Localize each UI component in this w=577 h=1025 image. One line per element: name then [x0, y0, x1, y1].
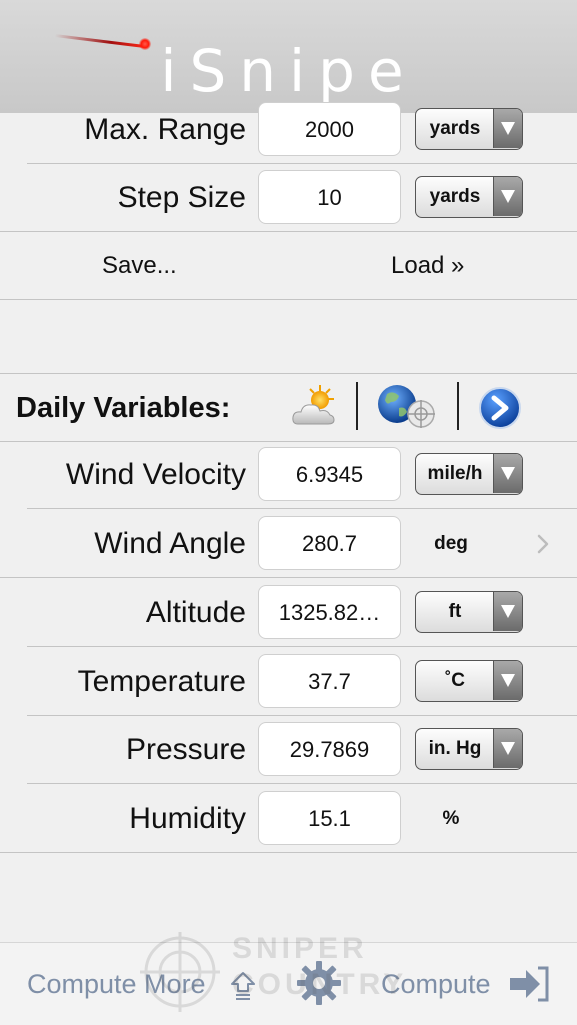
max-range-unit-select[interactable]: yards	[415, 108, 523, 150]
max-range-unit-value: yards	[429, 118, 481, 139]
step-size-unit-value: yards	[429, 186, 481, 207]
daily-variables-header: Daily Variables:	[0, 373, 577, 442]
wind-velocity-input[interactable]: 6.9345	[258, 447, 401, 501]
step-size-unit-select[interactable]: yards	[415, 176, 523, 218]
chevron-down-icon	[493, 177, 522, 216]
pressure-row: Pressure 29.7869 in. Hg	[0, 716, 577, 784]
wind-velocity-row: Wind Velocity 6.9345 mile/h	[0, 441, 577, 509]
altitude-input[interactable]: 1325.82…	[258, 585, 401, 639]
pressure-label: Pressure	[125, 733, 246, 766]
wind-velocity-unit-value: mile/h	[427, 463, 483, 484]
chevron-down-icon	[493, 661, 522, 700]
pressure-input[interactable]: 29.7869	[258, 722, 401, 776]
altitude-unit-value: ft	[448, 601, 462, 622]
altitude-label: Altitude	[145, 596, 246, 629]
humidity-row: Humidity 15.1 %	[0, 785, 577, 853]
compute-more-button[interactable]: Compute More	[27, 943, 206, 1025]
save-button[interactable]: Save...	[102, 232, 177, 300]
export-arrow-icon[interactable]	[508, 965, 550, 1003]
save-load-row: Save... Load »	[0, 232, 577, 300]
chevron-right-circle-icon[interactable]	[478, 386, 522, 430]
weather-icon[interactable]	[290, 382, 340, 432]
wind-angle-unit: deg	[434, 533, 468, 554]
temperature-row: Temperature 37.7 ˚C	[0, 648, 577, 716]
humidity-unit: %	[442, 808, 460, 829]
compute-label: Compute	[381, 969, 491, 999]
bottom-toolbar: Compute More Compute	[0, 942, 577, 1025]
max-range-row: Max. Range 2000 yards	[0, 96, 577, 164]
upload-arrow-icon[interactable]	[230, 971, 256, 1001]
pressure-unit-value: in. Hg	[428, 738, 482, 759]
max-range-input[interactable]: 2000	[258, 102, 401, 156]
humidity-label: Humidity	[129, 802, 246, 835]
chevron-right-icon[interactable]	[533, 533, 553, 555]
chevron-down-icon	[493, 454, 522, 493]
temperature-input[interactable]: 37.7	[258, 654, 401, 708]
chevron-down-icon	[493, 592, 522, 631]
altitude-row: Altitude 1325.82… ft	[0, 579, 577, 647]
altitude-unit-select[interactable]: ft	[415, 591, 523, 633]
pressure-unit-select[interactable]: in. Hg	[415, 728, 523, 770]
humidity-input[interactable]: 15.1	[258, 791, 401, 845]
temperature-unit-value: ˚C	[444, 670, 466, 691]
wind-velocity-label: Wind Velocity	[65, 458, 246, 491]
wind-velocity-unit-select[interactable]: mile/h	[415, 453, 523, 495]
compute-more-label: Compute More	[27, 969, 206, 999]
globe-location-icon[interactable]	[375, 382, 441, 432]
step-size-input[interactable]: 10	[258, 170, 401, 224]
max-range-label: Max. Range	[84, 113, 246, 146]
load-button[interactable]: Load »	[391, 232, 464, 300]
wind-angle-label: Wind Angle	[94, 527, 246, 560]
gear-icon[interactable]	[296, 960, 342, 1006]
temperature-label: Temperature	[77, 665, 246, 698]
wind-angle-row[interactable]: Wind Angle 280.7 deg	[0, 510, 577, 578]
daily-variables-title: Daily Variables:	[16, 392, 231, 424]
step-size-label: Step Size	[117, 181, 246, 214]
wind-angle-input[interactable]: 280.7	[258, 516, 401, 570]
chevron-down-icon	[493, 109, 522, 148]
step-size-row: Step Size 10 yards	[0, 164, 577, 232]
chevron-down-icon	[493, 729, 522, 768]
temperature-unit-select[interactable]: ˚C	[415, 660, 523, 702]
compute-button[interactable]: Compute	[381, 943, 491, 1025]
